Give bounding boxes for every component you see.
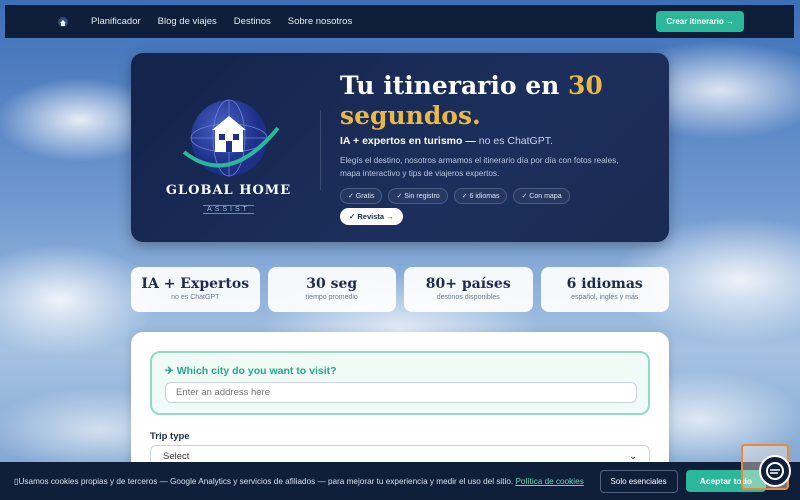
nav-link-planificador[interactable]: Planificador bbox=[91, 16, 141, 27]
stat-card: IA + Expertos no es ChatGPT bbox=[131, 267, 260, 312]
globe-house-icon bbox=[174, 88, 284, 198]
chat-icon[interactable] bbox=[759, 455, 791, 487]
city-box: ✈ Which city do you want to visit? bbox=[150, 351, 650, 415]
nav-link-destinos[interactable]: Destinos bbox=[234, 16, 271, 27]
hero-description: Elegís el destino, nosotros armamos el i… bbox=[340, 156, 619, 178]
stat-card: 6 idiomas español, inglés y más bbox=[540, 267, 669, 312]
pill-mapa: ✓ Con mapa bbox=[513, 188, 570, 204]
top-nav: Planificador Blog de viajes Destinos Sob… bbox=[5, 5, 794, 38]
pill-sin-registro: ✓ Sin registro bbox=[388, 188, 448, 204]
hero-title: Tu itinerario en 30 segundos. bbox=[340, 71, 603, 130]
hero-card: GLOBAL HOME ASSIST Tu itinerario en 30 s… bbox=[131, 53, 669, 242]
stat-card: 30 seg tiempo promedio bbox=[267, 267, 396, 312]
pill-idiomas: ✓ 6 idiomas bbox=[453, 188, 508, 204]
cookie-policy-link[interactable]: Política de cookies bbox=[515, 477, 583, 486]
pill-gratis: ✓ Gratis bbox=[340, 188, 383, 204]
stats-row: IA + Expertos no es ChatGPT 30 seg tiempo … bbox=[131, 267, 669, 312]
nav-link-about[interactable]: Sobre nosotros bbox=[288, 16, 352, 27]
cookie-bar: ▯Usamos cookies propias y de terceros — … bbox=[0, 462, 800, 500]
feature-pills: ✓ Gratis ✓ Sin registro ✓ 6 idiomas ✓ Co… bbox=[340, 188, 570, 204]
hero-divider bbox=[320, 110, 321, 190]
create-itinerary-button[interactable]: Crear itinerario → bbox=[656, 11, 744, 32]
hero-tagline: IA + expertos en turismo — no es ChatGPT… bbox=[340, 135, 553, 147]
city-question: ✈ Which city do you want to visit? bbox=[165, 365, 337, 377]
essential-cookies-button[interactable]: Solo esenciales bbox=[599, 469, 678, 493]
cookie-text: ▯Usamos cookies propias y de terceros — … bbox=[14, 477, 584, 486]
stat-card: 80+ países destinos disponibles bbox=[404, 267, 533, 312]
trip-type-label: Trip type bbox=[150, 431, 190, 442]
logo-icon[interactable] bbox=[57, 16, 69, 28]
city-input[interactable] bbox=[165, 382, 637, 403]
nav-link-blog[interactable]: Blog de viajes bbox=[158, 16, 217, 27]
brand-sub: ASSIST bbox=[203, 205, 254, 214]
brand-logo: GLOBAL HOME ASSIST bbox=[161, 88, 296, 216]
review-button[interactable]: ✓ Revista → bbox=[340, 208, 403, 225]
